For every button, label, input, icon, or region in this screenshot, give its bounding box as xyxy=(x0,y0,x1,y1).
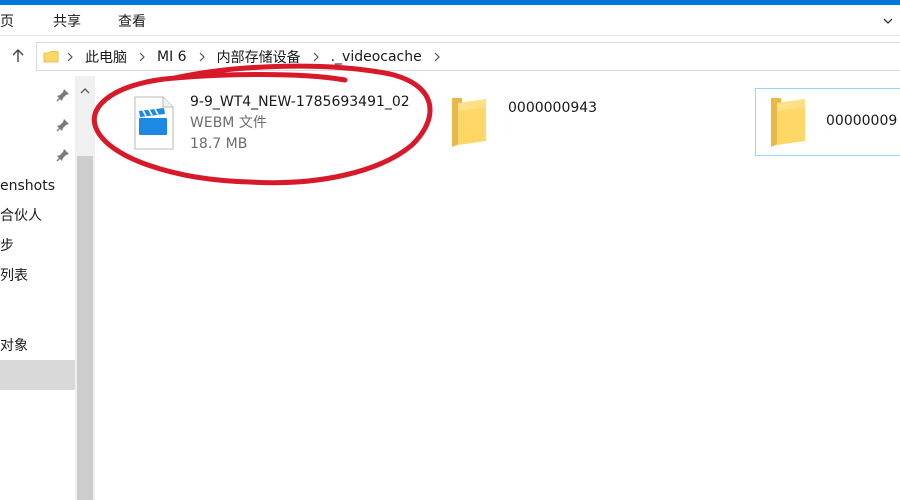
navigation-pane: enshots 合伙人 步 列表 对象 xyxy=(0,76,75,500)
folder-name[interactable]: 0000000943 xyxy=(508,100,597,116)
file-name: 9-9_WT4_NEW-1785693491_02 xyxy=(190,94,410,110)
chevron-right-icon[interactable] xyxy=(191,47,213,67)
nav-item-label: 列表 xyxy=(0,268,28,284)
file-item-webm[interactable]: 9-9_WT4_NEW-1785693491_02 WEBM 文件 18.7 M… xyxy=(190,92,410,155)
chevron-up-icon xyxy=(80,88,90,94)
nav-item-label: 合伙人 xyxy=(0,208,42,224)
chevron-right-icon[interactable] xyxy=(131,47,153,67)
nav-item-list[interactable]: 列表 xyxy=(0,261,75,291)
up-button[interactable] xyxy=(8,46,28,66)
breadcrumb-internal-storage[interactable]: 内部存储设备 xyxy=(213,47,305,67)
nav-item-objects[interactable]: 对象 xyxy=(0,331,75,361)
folder-small-icon xyxy=(43,50,59,62)
folder-name[interactable]: 00000009 xyxy=(826,113,897,129)
ribbon: 主页 共享 查看 xyxy=(0,5,900,36)
breadcrumb-videocache[interactable]: ._videocache xyxy=(327,49,426,65)
nav-item-sync[interactable]: 步 xyxy=(0,231,75,261)
pin-icon[interactable] xyxy=(56,118,70,132)
nav-item-screenshots[interactable]: enshots xyxy=(0,171,75,201)
folder-icon[interactable] xyxy=(448,95,490,149)
chevron-right-icon[interactable] xyxy=(305,47,327,67)
nav-item-label: enshots xyxy=(0,178,56,194)
nav-item-partner[interactable]: 合伙人 xyxy=(0,201,75,231)
nav-item-label: 对象 xyxy=(0,338,28,354)
chevron-right-icon[interactable] xyxy=(426,47,448,67)
tab-share[interactable]: 共享 xyxy=(53,11,81,31)
pin-icon[interactable] xyxy=(56,148,70,162)
nav-scrollbar[interactable] xyxy=(75,76,95,500)
nav-item-selected[interactable] xyxy=(0,360,75,390)
chevron-right-icon[interactable] xyxy=(59,47,81,67)
chevron-down-icon[interactable] xyxy=(882,15,894,27)
breadcrumb-this-pc[interactable]: 此电脑 xyxy=(81,47,131,67)
pin-icon[interactable] xyxy=(56,88,70,102)
tab-view[interactable]: 查看 xyxy=(118,11,146,31)
folder-icon[interactable] xyxy=(767,95,809,149)
video-file-icon[interactable] xyxy=(133,96,175,150)
address-row: 此电脑 MI 6 内部存储设备 ._videocache xyxy=(0,37,900,75)
scroll-up-button[interactable] xyxy=(75,76,95,106)
nav-item-label: 步 xyxy=(0,238,14,254)
file-type: WEBM 文件 xyxy=(190,115,267,131)
arrow-up-icon xyxy=(12,49,24,62)
address-bar[interactable]: 此电脑 MI 6 内部存储设备 ._videocache xyxy=(36,42,900,71)
tab-home[interactable]: 主页 xyxy=(0,11,14,31)
file-size: 18.7 MB xyxy=(190,136,248,152)
scrollbar-thumb[interactable] xyxy=(77,156,93,500)
nav-item-link[interactable] xyxy=(0,298,75,328)
breadcrumb-device[interactable]: MI 6 xyxy=(153,49,191,65)
